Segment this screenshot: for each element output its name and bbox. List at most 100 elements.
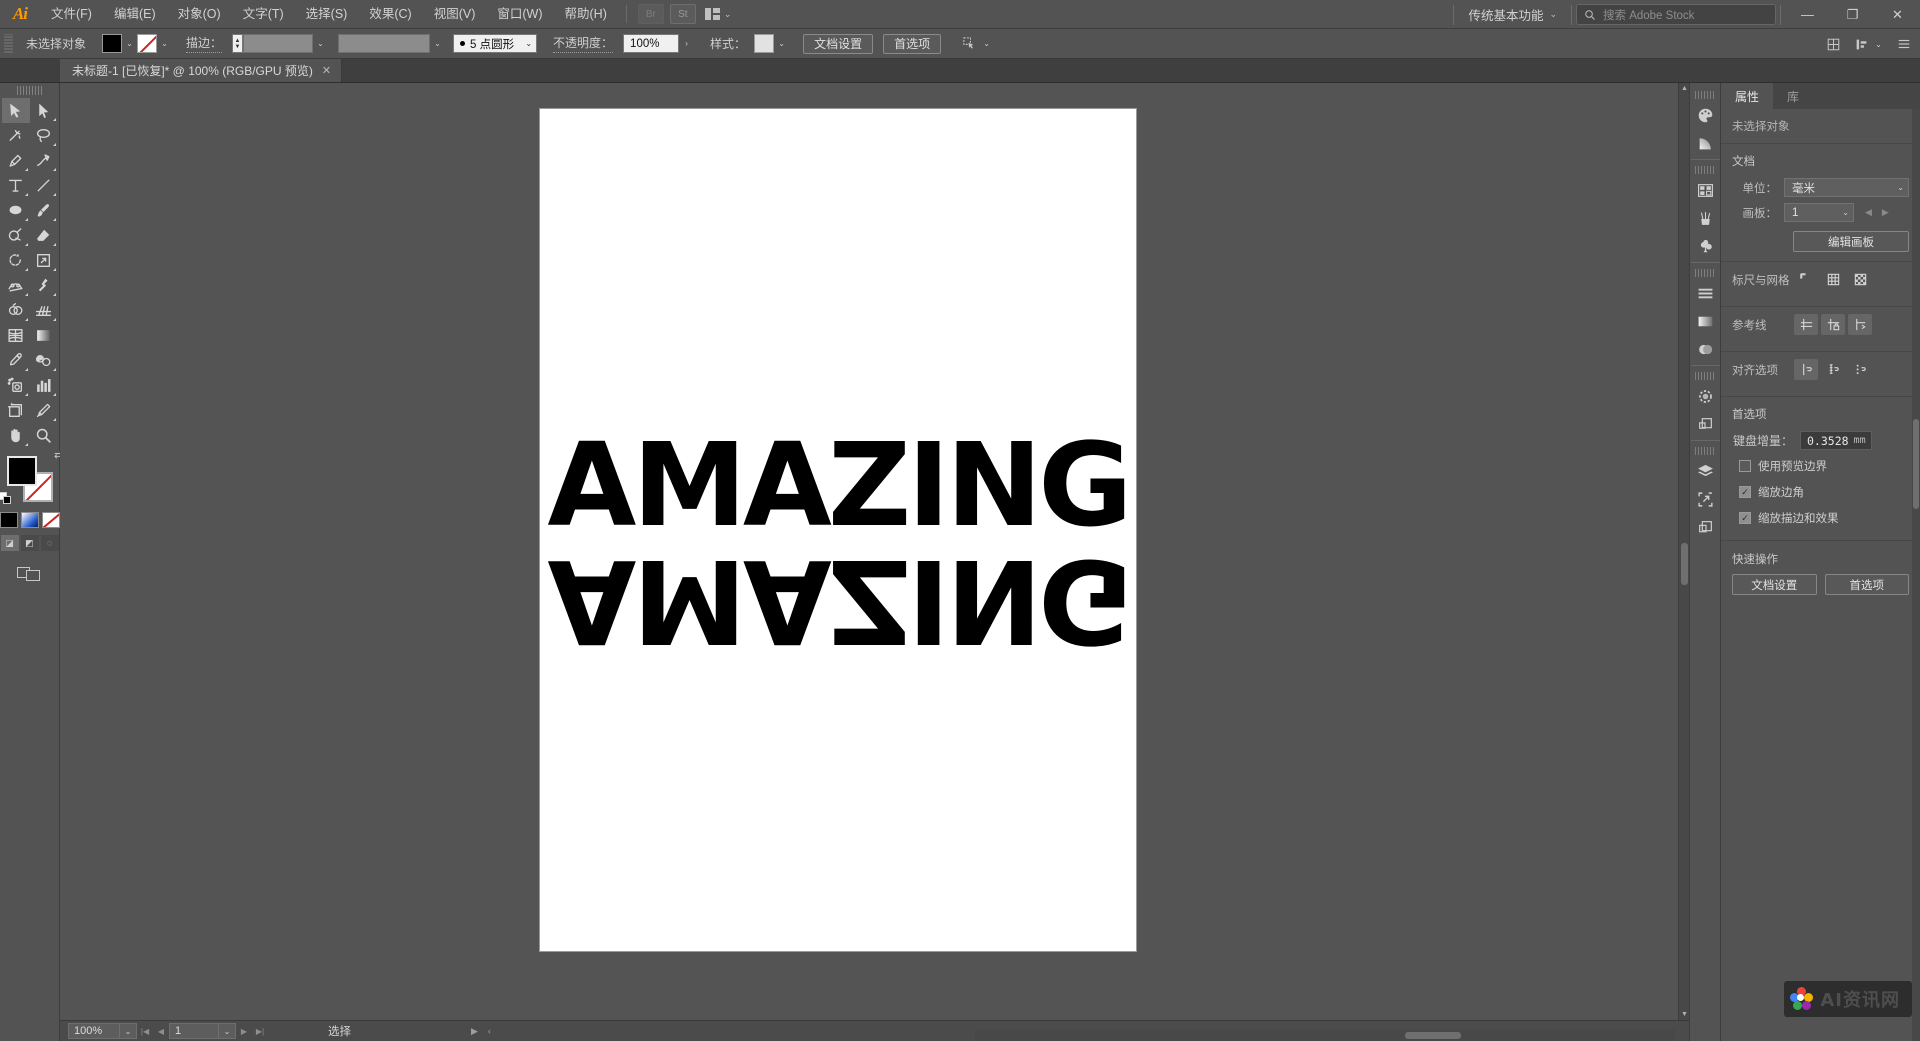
artboard-dropdown-icon[interactable]: ⌄ xyxy=(219,1023,236,1039)
mesh-tool[interactable] xyxy=(2,323,30,348)
lasso-tool[interactable] xyxy=(30,123,58,148)
variable-width-profile-field[interactable] xyxy=(338,34,430,53)
lock-guides-icon[interactable] xyxy=(1821,314,1845,335)
align-icon[interactable] xyxy=(1851,34,1871,54)
align-dropdown-icon[interactable]: ⌄ xyxy=(1871,35,1886,54)
next-artboard-icon[interactable]: ▶ xyxy=(236,1023,252,1039)
arrange-documents-button[interactable]: ⌄ xyxy=(705,8,732,20)
window-restore-button[interactable]: ❐ xyxy=(1830,0,1875,29)
selection-tool[interactable] xyxy=(2,98,30,123)
select-similar-dropdown-icon[interactable]: ⌄ xyxy=(979,34,994,53)
graphic-style-dropdown-icon[interactable]: ⌄ xyxy=(774,34,789,53)
artboard-select[interactable]: 1 ⌄ xyxy=(1784,203,1854,222)
stock-icon[interactable]: St xyxy=(670,4,696,24)
select-similar-objects-icon[interactable] xyxy=(959,34,979,54)
pen-tool[interactable] xyxy=(2,148,30,173)
slice-tool[interactable] xyxy=(30,398,58,423)
previous-artboard-icon[interactable]: ◀ xyxy=(1865,207,1872,218)
transparency-panel-icon[interactable] xyxy=(1691,335,1720,363)
show-transparency-grid-icon[interactable] xyxy=(1848,269,1872,290)
opacity-input[interactable]: 100% xyxy=(623,34,679,53)
tab-libraries[interactable]: 库 xyxy=(1773,83,1813,109)
show-rulers-icon[interactable] xyxy=(1794,269,1818,290)
first-artboard-icon[interactable]: |◀ xyxy=(137,1023,153,1039)
tools-panel-grip[interactable] xyxy=(17,86,43,95)
stroke-swatch[interactable] xyxy=(137,34,157,53)
show-grid-icon[interactable] xyxy=(1821,269,1845,290)
document-setup-button[interactable]: 文档设置 xyxy=(803,34,873,54)
menu-select[interactable]: 选择(S) xyxy=(295,0,359,29)
artboard-tool[interactable] xyxy=(2,398,30,423)
direct-selection-tool[interactable] xyxy=(30,98,58,123)
control-bar-menu-icon[interactable] xyxy=(1894,34,1914,54)
layers-panel-icon[interactable] xyxy=(1691,457,1720,485)
fill-color-swatch[interactable] xyxy=(7,456,37,486)
window-close-button[interactable]: ✕ xyxy=(1875,0,1920,29)
variable-width-dropdown-icon[interactable]: ⌄ xyxy=(430,34,445,53)
menu-effect[interactable]: 效果(C) xyxy=(358,0,422,29)
brush-definition-select[interactable]: 5 点圆形 ⌄ xyxy=(453,34,537,53)
menu-view[interactable]: 视图(V) xyxy=(423,0,487,29)
menu-help[interactable]: 帮助(H) xyxy=(554,0,618,29)
canvas-horizontal-scrollbar[interactable] xyxy=(975,1030,1675,1041)
status-collapse-icon[interactable]: ‹ xyxy=(488,1026,491,1037)
eyedropper-tool[interactable] xyxy=(2,348,30,373)
width-tool[interactable] xyxy=(2,273,30,298)
tab-properties[interactable]: 属性 xyxy=(1721,83,1773,109)
graphic-style-swatch[interactable] xyxy=(754,34,774,53)
artboard[interactable]: AMAZING AMAZING xyxy=(540,109,1136,951)
gradient-button[interactable] xyxy=(21,512,39,528)
artboard-number-input[interactable]: 1 xyxy=(169,1023,219,1039)
scrollbar-thumb[interactable] xyxy=(1913,419,1919,509)
artboards-panel-icon[interactable] xyxy=(1691,513,1720,541)
stock-search-input[interactable]: 搜索 Adobe Stock xyxy=(1576,4,1776,25)
document-tab[interactable]: 未标题-1 [已恢复]* @ 100% (RGB/GPU 预览) ✕ xyxy=(60,59,342,82)
menu-object[interactable]: 对象(O) xyxy=(167,0,232,29)
symbols-panel-icon[interactable] xyxy=(1691,232,1720,260)
zoom-dropdown-icon[interactable]: ⌄ xyxy=(120,1023,137,1039)
arrange-grid-icon[interactable] xyxy=(1823,34,1843,54)
column-graph-tool[interactable] xyxy=(30,373,58,398)
next-artboard-icon[interactable]: ▶ xyxy=(1882,207,1889,218)
dock-grip[interactable] xyxy=(1695,372,1715,380)
show-guides-icon[interactable] xyxy=(1794,314,1818,335)
quick-document-setup-button[interactable]: 文档设置 xyxy=(1732,574,1817,595)
free-transform-tool[interactable] xyxy=(30,273,58,298)
draw-behind-icon[interactable]: ◩ xyxy=(21,535,39,551)
rotate-tool[interactable] xyxy=(2,248,30,273)
hand-tool[interactable] xyxy=(2,423,30,448)
zoom-tool[interactable] xyxy=(30,423,58,448)
ellipse-tool[interactable] xyxy=(2,198,30,223)
color-panel-icon[interactable] xyxy=(1691,101,1720,129)
menu-window[interactable]: 窗口(W) xyxy=(486,0,553,29)
status-play-icon[interactable]: ▶ xyxy=(471,1026,478,1037)
dock-grip[interactable] xyxy=(1695,447,1715,455)
export-panel-icon[interactable] xyxy=(1691,485,1720,513)
none-button[interactable] xyxy=(42,512,60,528)
use-preview-bounds-checkbox[interactable]: 使用预览边界 xyxy=(1721,453,1920,479)
color-button[interactable] xyxy=(0,512,18,528)
fill-swatch[interactable] xyxy=(102,34,122,53)
window-minimize-button[interactable]: — xyxy=(1785,0,1830,29)
stroke-weight-input[interactable] xyxy=(243,34,313,53)
zoom-level-input[interactable]: 100% xyxy=(68,1023,120,1039)
release-guides-icon[interactable] xyxy=(1848,314,1872,335)
default-fill-stroke-icon[interactable] xyxy=(0,492,11,504)
gradient-swatch-panel-icon[interactable] xyxy=(1691,307,1720,335)
shaper-tool[interactable] xyxy=(2,223,30,248)
magic-wand-tool[interactable] xyxy=(2,123,30,148)
snap-to-point-icon[interactable] xyxy=(1848,359,1872,380)
preferences-button[interactable]: 首选项 xyxy=(883,34,941,54)
properties-scrollbar[interactable] xyxy=(1912,109,1920,1041)
smart-guides-icon[interactable] xyxy=(1794,359,1818,380)
opacity-flyout-icon[interactable]: › xyxy=(679,34,694,53)
quick-preferences-button[interactable]: 首选项 xyxy=(1825,574,1910,595)
bridge-icon[interactable]: Br xyxy=(638,4,664,24)
symbol-sprayer-tool[interactable] xyxy=(2,373,30,398)
scale-corners-checkbox[interactable]: ✓ 缩放边角 xyxy=(1721,479,1920,505)
dock-grip[interactable] xyxy=(1695,166,1715,174)
paintbrush-tool[interactable] xyxy=(30,198,58,223)
scroll-up-icon[interactable]: ▲ xyxy=(1679,83,1689,94)
scrollbar-thumb[interactable] xyxy=(1405,1032,1461,1039)
brushes-panel-icon[interactable] xyxy=(1691,204,1720,232)
